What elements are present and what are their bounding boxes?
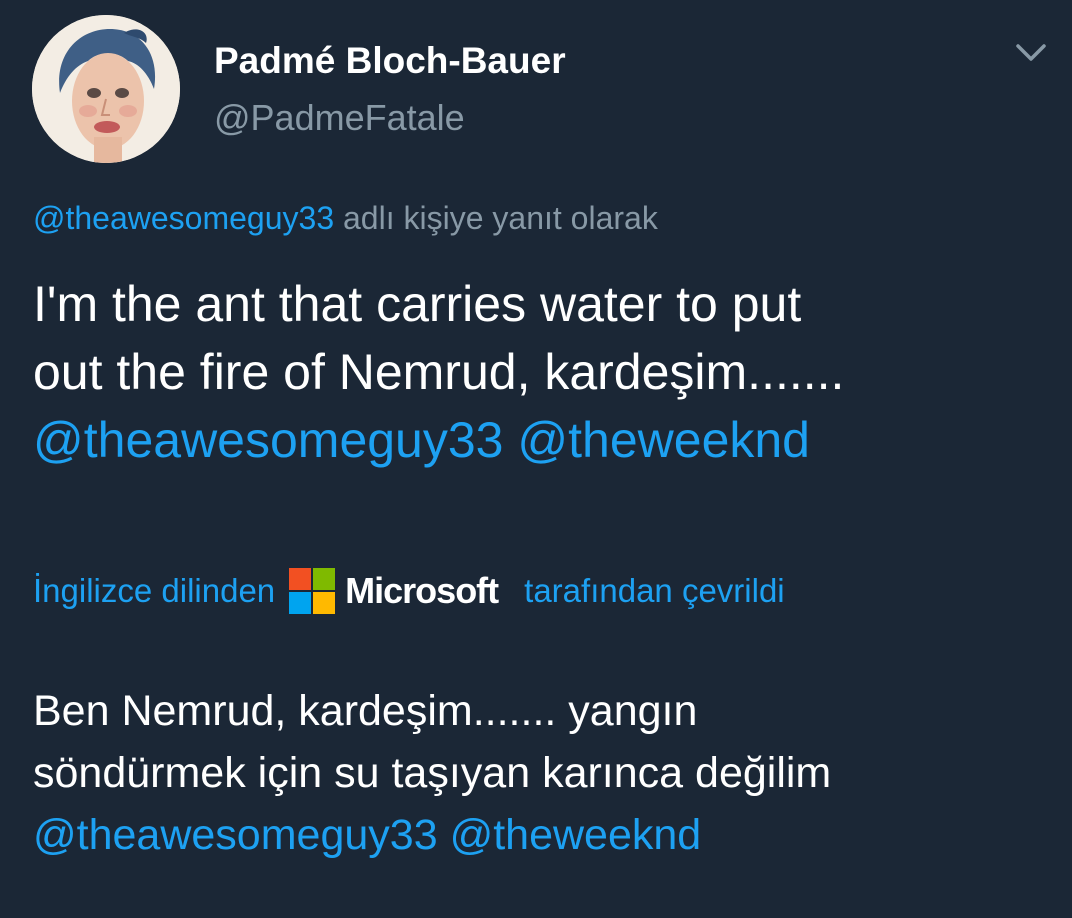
translation-by-label: tarafından çevrildi: [524, 572, 785, 609]
author-display-name[interactable]: Padmé Bloch-Bauer: [214, 40, 566, 82]
tweet-body: I'm the ant that carries water to put ou…: [33, 270, 1043, 474]
microsoft-brand-label: Microsoft: [345, 570, 499, 611]
translation-attribution[interactable]: İngilizce dilinden Microsoft tarafından …: [33, 567, 785, 615]
tweet-text-line: I'm the ant that carries water to put: [33, 276, 802, 332]
tweet-mentions-line: @theawesomeguy33 @theweeknd: [33, 406, 1043, 474]
translated-text-line: söndürmek için su taşıyan karınca değili…: [33, 749, 832, 797]
avatar[interactable]: [32, 15, 180, 163]
author-handle[interactable]: @PadmeFatale: [214, 97, 465, 139]
microsoft-logo-icon: [289, 568, 336, 614]
translated-text-line: Ben Nemrud, kardeşim....... yangın: [33, 687, 698, 735]
mention-link[interactable]: @theweeknd: [517, 412, 810, 468]
translated-mentions-line: @theawesomeguy33 @theweeknd: [33, 804, 1043, 866]
mention-link[interactable]: @theawesomeguy33: [33, 811, 438, 859]
mention-link[interactable]: @theawesomeguy33: [33, 412, 503, 468]
reply-context: @theawesomeguy33 adlı kişiye yanıt olara…: [33, 200, 658, 237]
reply-mention-link[interactable]: @theawesomeguy33: [33, 200, 334, 236]
translation-source-label: İngilizce dilinden: [33, 572, 276, 609]
reply-context-label: adlı kişiye yanıt olarak: [343, 200, 658, 236]
chevron-down-icon[interactable]: [1014, 40, 1048, 66]
tweet-text-line: out the fire of Nemrud, kardeşim.......: [33, 344, 845, 400]
avatar-portrait-image: [32, 15, 180, 163]
translated-tweet-body: Ben Nemrud, kardeşim....... yangın söndü…: [33, 680, 1043, 866]
mention-link[interactable]: @theweeknd: [450, 811, 702, 859]
